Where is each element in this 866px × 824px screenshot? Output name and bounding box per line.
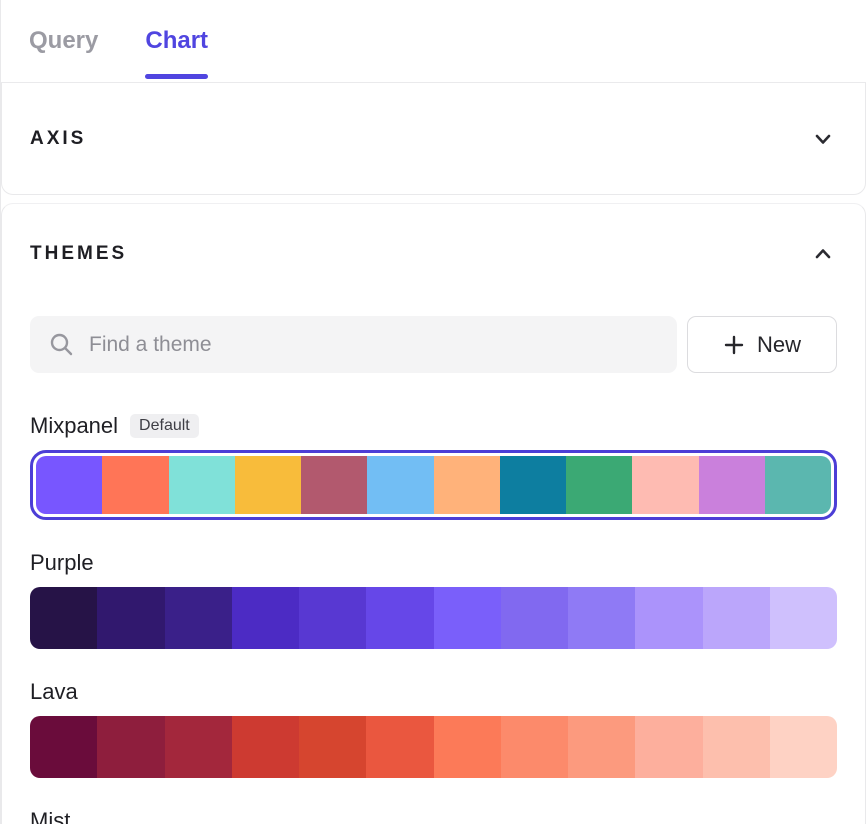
- plus-icon: [723, 334, 745, 356]
- color-swatch: [501, 716, 568, 778]
- color-swatch: [30, 587, 97, 649]
- tab-query-label: Query: [29, 27, 98, 55]
- axis-section: AXIS: [1, 83, 866, 195]
- color-swatch: [703, 716, 770, 778]
- theme-name: Lava: [30, 679, 78, 705]
- theme-swatch-row[interactable]: [36, 456, 831, 514]
- color-swatch: [97, 716, 164, 778]
- theme-item-mist: Mist: [30, 808, 837, 824]
- color-swatch: [235, 456, 301, 514]
- color-swatch: [232, 716, 299, 778]
- theme-swatch-row[interactable]: [30, 587, 837, 649]
- color-swatch: [635, 587, 702, 649]
- color-swatch: [165, 716, 232, 778]
- color-swatch: [366, 716, 433, 778]
- search-icon: [48, 331, 75, 358]
- theme-search-box[interactable]: [30, 316, 677, 373]
- themes-section-title: THEMES: [30, 243, 127, 265]
- theme-label-row: Mist: [30, 808, 837, 824]
- color-swatch: [169, 456, 235, 514]
- color-swatch: [165, 587, 232, 649]
- color-swatch: [299, 587, 366, 649]
- color-swatch: [770, 716, 837, 778]
- themes-section: THEMES: [1, 203, 866, 824]
- active-tab-underline: [145, 74, 208, 79]
- color-swatch: [30, 716, 97, 778]
- color-swatch: [568, 587, 635, 649]
- theme-item-purple: Purple: [30, 550, 837, 649]
- color-swatch: [635, 716, 702, 778]
- theme-search-input[interactable]: [89, 333, 659, 357]
- theme-list: Mixpanel Default Purple Lava Mist: [30, 413, 837, 824]
- color-swatch: [434, 587, 501, 649]
- chevron-up-icon: [812, 243, 834, 265]
- theme-label-row: Mixpanel Default: [30, 413, 837, 439]
- color-swatch: [102, 456, 168, 514]
- theme-item-lava: Lava: [30, 679, 837, 778]
- selected-theme-ring: [30, 450, 837, 520]
- color-swatch: [301, 456, 367, 514]
- tab-chart[interactable]: Chart: [145, 0, 208, 82]
- chevron-down-icon: [812, 128, 834, 150]
- color-swatch: [299, 716, 366, 778]
- theme-label-row: Purple: [30, 550, 837, 576]
- color-swatch: [232, 587, 299, 649]
- theme-name: Mist: [30, 808, 70, 824]
- color-swatch: [566, 456, 632, 514]
- color-swatch: [434, 716, 501, 778]
- themes-section-header: THEMES: [30, 240, 837, 268]
- theme-toolbar: New: [30, 316, 837, 373]
- theme-name: Mixpanel: [30, 413, 118, 439]
- color-swatch: [770, 587, 837, 649]
- chart-settings-panel: Query Chart AXIS THEMES: [0, 0, 866, 824]
- default-badge: Default: [130, 414, 199, 438]
- theme-swatch-row[interactable]: [30, 716, 837, 778]
- theme-label-row: Lava: [30, 679, 837, 705]
- color-swatch: [366, 587, 433, 649]
- color-swatch: [500, 456, 566, 514]
- axis-expand-button[interactable]: [809, 125, 837, 153]
- tab-query[interactable]: Query: [29, 0, 98, 82]
- axis-section-title: AXIS: [30, 128, 86, 150]
- color-swatch: [367, 456, 433, 514]
- color-swatch: [501, 587, 568, 649]
- theme-name: Purple: [30, 550, 94, 576]
- color-swatch: [568, 716, 635, 778]
- new-theme-button[interactable]: New: [687, 316, 837, 373]
- themes-collapse-button[interactable]: [809, 240, 837, 268]
- theme-item-mixpanel: Mixpanel Default: [30, 413, 837, 520]
- color-swatch: [703, 587, 770, 649]
- color-swatch: [765, 456, 831, 514]
- tab-bar: Query Chart: [1, 0, 866, 83]
- color-swatch: [699, 456, 765, 514]
- new-theme-button-label: New: [757, 332, 801, 358]
- color-swatch: [632, 456, 698, 514]
- color-swatch: [36, 456, 102, 514]
- tab-chart-label: Chart: [145, 27, 208, 55]
- color-swatch: [434, 456, 500, 514]
- color-swatch: [97, 587, 164, 649]
